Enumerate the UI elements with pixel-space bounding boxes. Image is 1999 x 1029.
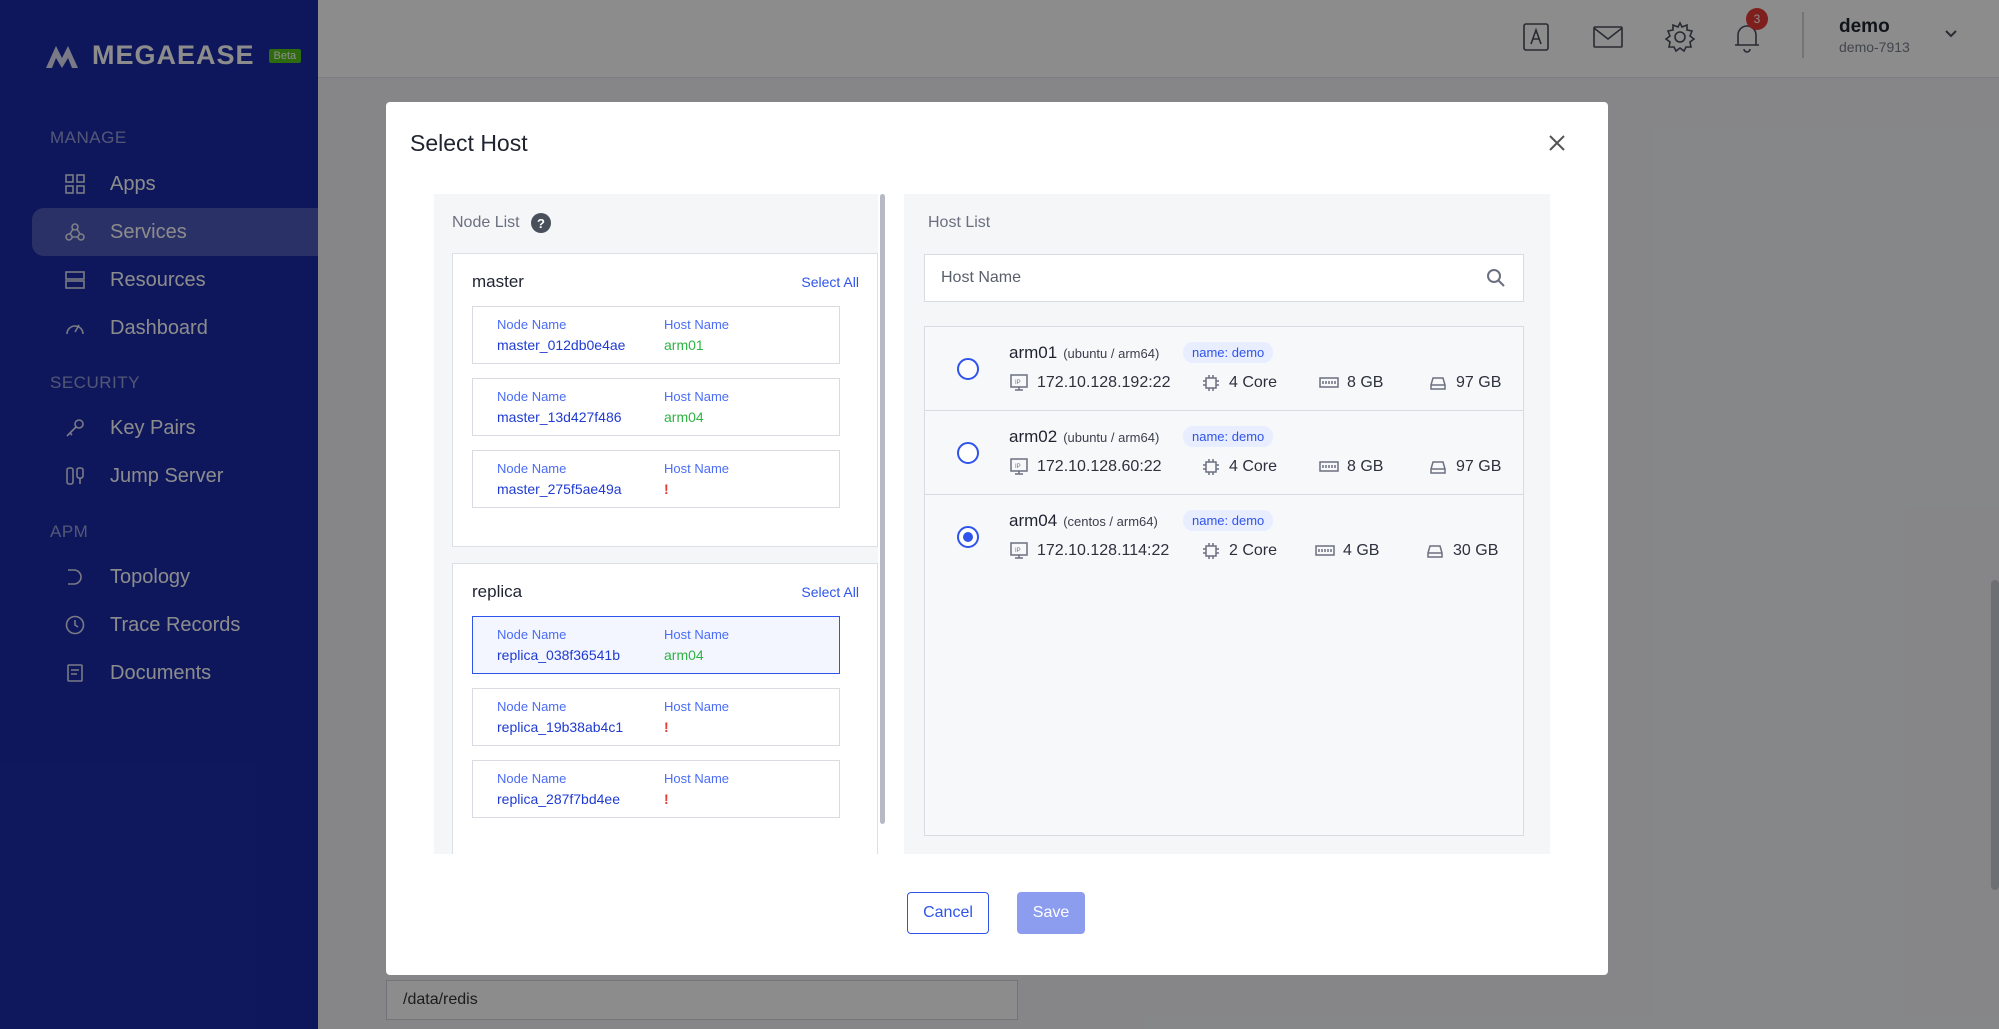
node-card[interactable]: Node Name master_012db0e4ae Host Name ar… [472, 306, 840, 364]
cpu-icon [1201, 457, 1221, 477]
group-title: replica [472, 582, 522, 602]
host-memory: 4 GB [1315, 541, 1379, 561]
node-name-value: replica_287f7bd4ee [497, 791, 620, 807]
node-name-label: Node Name [497, 461, 566, 476]
host-name-label: Host Name [664, 461, 729, 476]
host-disk: 30 GB [1425, 541, 1498, 561]
host-memory: 8 GB [1319, 457, 1383, 477]
host-missing-indicator: ! [664, 791, 669, 807]
node-card[interactable]: Node Name master_13d427f486 Host Name ar… [472, 378, 840, 436]
host-row[interactable]: arm02(ubuntu / arm64) name: demo IP 172.… [925, 411, 1523, 495]
ip-icon: IP [1009, 541, 1029, 561]
node-group-master: master Select All Node Name master_012db… [452, 253, 878, 547]
svg-text:IP: IP [1015, 464, 1021, 470]
host-name-label: Host Name [664, 771, 729, 786]
node-group-replica: replica Select All Node Name replica_038… [452, 563, 878, 854]
node-card[interactable]: Node Name replica_19b38ab4c1 Host Name ! [472, 688, 840, 746]
host-disk: 97 GB [1428, 373, 1501, 393]
host-row[interactable]: arm01(ubuntu / arm64) name: demo IP 172.… [925, 327, 1523, 411]
host-name-label: Host Name [664, 317, 729, 332]
select-all-button[interactable]: Select All [801, 584, 859, 600]
host-ip: IP 172.10.128.60:22 [1009, 457, 1162, 477]
node-card-selected[interactable]: Node Name replica_038f36541b Host Name a… [472, 616, 840, 674]
node-card[interactable]: Node Name replica_287f7bd4ee Host Name ! [472, 760, 840, 818]
ip-icon: IP [1009, 373, 1029, 393]
node-name-value: master_13d427f486 [497, 409, 622, 425]
host-name-label: Host Name [664, 389, 729, 404]
host-missing-indicator: ! [664, 719, 669, 735]
select-host-modal: Select Host Node List ? master Select Al… [386, 102, 1608, 975]
node-name-label: Node Name [497, 771, 566, 786]
host-ip: IP 172.10.128.192:22 [1009, 373, 1170, 393]
ip-icon: IP [1009, 457, 1029, 477]
host-radio[interactable] [957, 442, 979, 464]
host-name: arm01(ubuntu / arm64) [1009, 343, 1159, 363]
node-name-label: Node Name [497, 317, 566, 332]
node-name-value: master_275f5ae49a [497, 481, 622, 497]
node-name-label: Node Name [497, 627, 566, 642]
cpu-icon [1201, 373, 1221, 393]
host-radio-checked[interactable] [957, 526, 979, 548]
host-tag-badge: name: demo [1183, 510, 1273, 531]
node-card[interactable]: Node Name master_275f5ae49a Host Name ! [472, 450, 840, 508]
group-title: master [472, 272, 524, 292]
cpu-icon [1201, 541, 1221, 561]
close-icon[interactable] [1544, 130, 1570, 156]
svg-text:IP: IP [1015, 548, 1021, 554]
save-button[interactable]: Save [1017, 892, 1085, 934]
memory-icon [1315, 541, 1335, 561]
host-cpu: 4 Core [1201, 457, 1277, 477]
modal-title: Select Host [410, 130, 528, 157]
help-icon[interactable]: ? [531, 213, 551, 233]
host-cpu: 4 Core [1201, 373, 1277, 393]
node-list-scrollbar[interactable] [880, 194, 885, 824]
node-name-label: Node Name [497, 389, 566, 404]
node-list-label: Node List [452, 214, 520, 232]
host-cpu: 2 Core [1201, 541, 1277, 561]
host-os: (ubuntu / arm64) [1063, 430, 1159, 445]
node-list-panel: Node List ? master Select All Node Name … [434, 194, 878, 854]
host-list: arm01(ubuntu / arm64) name: demo IP 172.… [924, 326, 1524, 836]
node-name-value: master_012db0e4ae [497, 337, 625, 353]
host-search-input[interactable] [925, 255, 1445, 301]
host-tag-badge: name: demo [1183, 342, 1273, 363]
host-search-box [924, 254, 1524, 302]
host-radio[interactable] [957, 358, 979, 380]
memory-icon [1319, 373, 1339, 393]
search-icon[interactable] [1485, 267, 1507, 289]
host-name-value: arm04 [664, 647, 704, 663]
node-name-value: replica_19b38ab4c1 [497, 719, 623, 735]
memory-icon [1319, 457, 1339, 477]
node-name-value: replica_038f36541b [497, 647, 620, 663]
host-name-value: arm01 [664, 337, 704, 353]
host-list-label: Host List [928, 214, 990, 232]
host-name: arm04(centos / arm64) [1009, 511, 1158, 531]
host-name-label: Host Name [664, 627, 729, 642]
host-name-value: arm04 [664, 409, 704, 425]
cancel-button[interactable]: Cancel [907, 892, 989, 934]
node-name-label: Node Name [497, 699, 566, 714]
host-name-label: Host Name [664, 699, 729, 714]
host-ip: IP 172.10.128.114:22 [1009, 541, 1169, 561]
host-tag-badge: name: demo [1183, 426, 1273, 447]
host-row-selected[interactable]: arm04(centos / arm64) name: demo IP 172.… [925, 495, 1523, 579]
host-disk: 97 GB [1428, 457, 1501, 477]
host-name: arm02(ubuntu / arm64) [1009, 427, 1159, 447]
host-missing-indicator: ! [664, 481, 669, 497]
svg-text:IP: IP [1015, 380, 1021, 386]
host-os: (centos / arm64) [1063, 514, 1158, 529]
disk-icon [1425, 541, 1445, 561]
host-os: (ubuntu / arm64) [1063, 346, 1159, 361]
host-memory: 8 GB [1319, 373, 1383, 393]
disk-icon [1428, 373, 1448, 393]
select-all-button[interactable]: Select All [801, 274, 859, 290]
disk-icon [1428, 457, 1448, 477]
host-list-panel: Host List arm01(ubuntu / arm64) name: de… [904, 194, 1550, 854]
